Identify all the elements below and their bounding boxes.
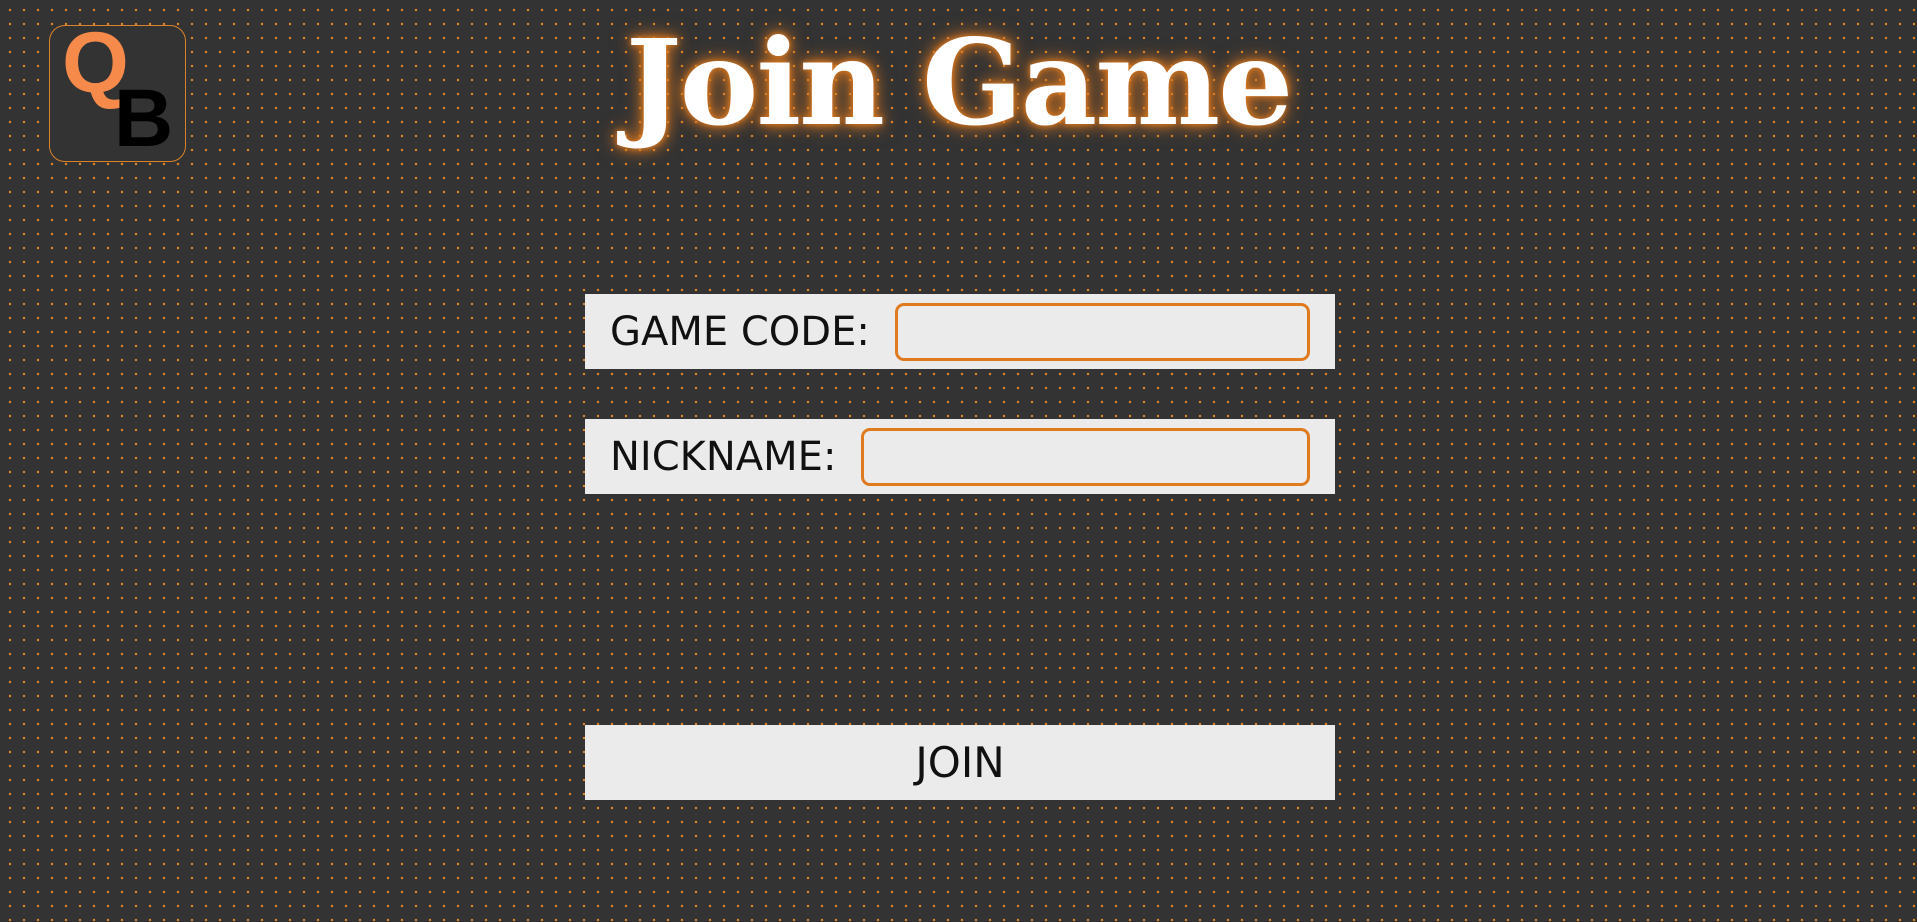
nickname-label: NICKNAME:: [610, 433, 837, 480]
nickname-input[interactable]: [861, 427, 1310, 486]
nickname-row: NICKNAME:: [585, 419, 1335, 494]
game-code-input[interactable]: [894, 302, 1310, 361]
game-code-row: GAME CODE:: [585, 294, 1335, 369]
game-code-label: GAME CODE:: [610, 308, 870, 355]
join-button[interactable]: JOIN: [585, 725, 1335, 800]
page-title: Join Game: [625, 13, 1293, 152]
